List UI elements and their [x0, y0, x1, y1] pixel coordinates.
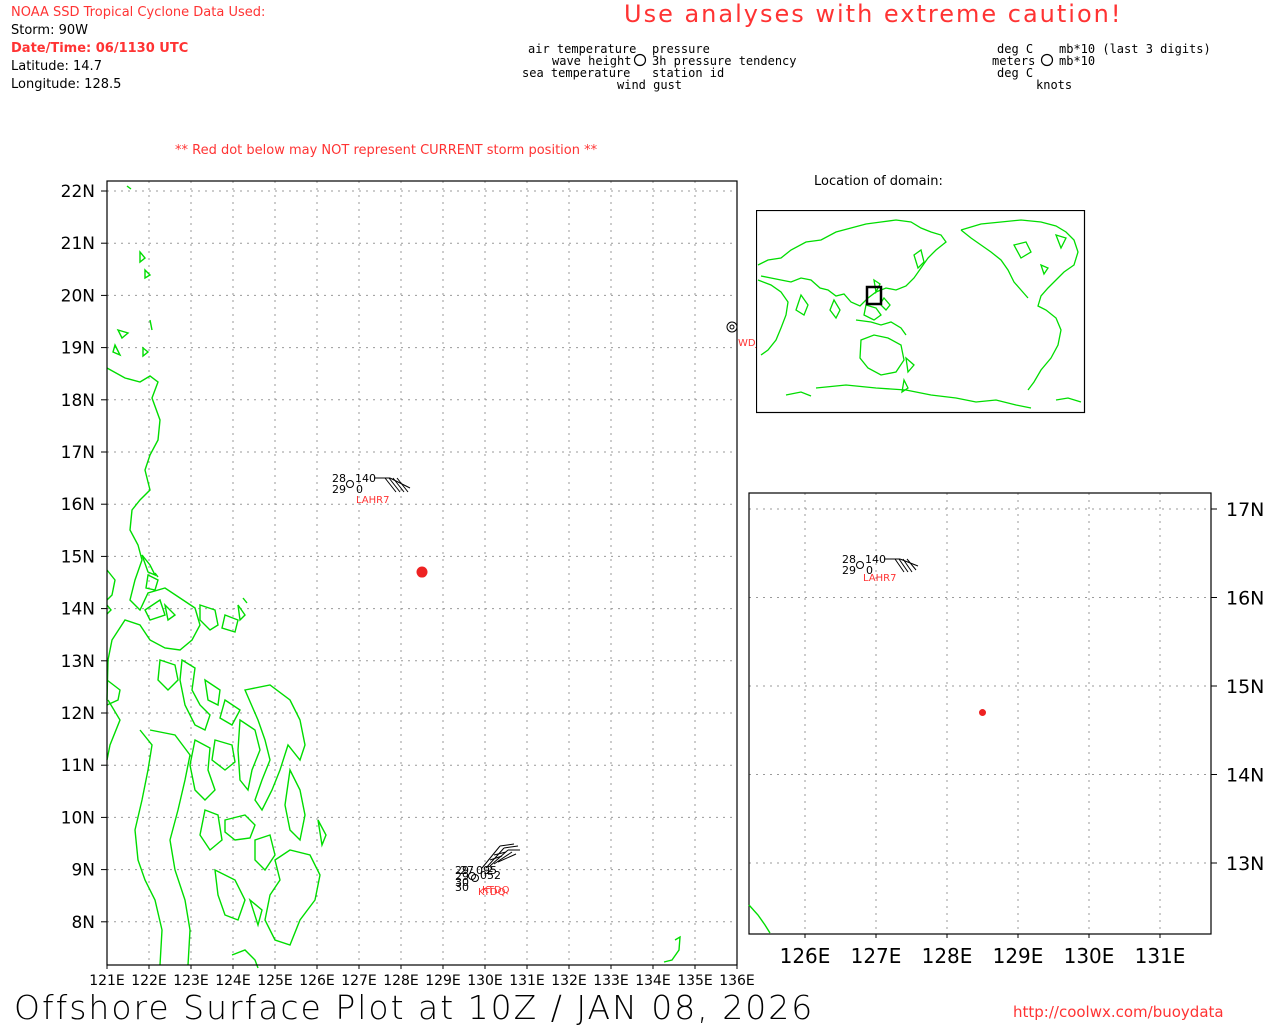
zoom-lon-tick-label: 130E — [1064, 944, 1115, 968]
zoom-lat-tick-label: 14N — [1226, 765, 1264, 787]
footer-url-link[interactable]: http://coolwx.com/buoydata — [1013, 1003, 1224, 1021]
zoom-lon-tick-label: 126E — [780, 944, 831, 968]
zoom-lon-tick-label: 127E — [851, 944, 902, 968]
zoom-lat-tick-label: 16N — [1226, 588, 1264, 610]
station-lahr7-zoom: 28 29 140 0 LAHR7 — [842, 553, 919, 584]
lahr7-zoom-sea-temp: 29 — [842, 564, 856, 577]
zoom-lon-labels: 126E 127E 128E 129E 130E 131E — [780, 934, 1186, 968]
lahr7-zoom-station-id: LAHR7 — [863, 573, 896, 584]
lahr7-zoom-wind-barb-icon — [884, 558, 919, 573]
zoom-lon-tick-label: 131E — [1135, 944, 1186, 968]
zoom-coastline — [748, 904, 771, 934]
zoom-storm-position-dot — [979, 709, 986, 717]
zoom-lat-tick-label: 17N — [1226, 499, 1264, 521]
lahr7-zoom-station-circle-icon — [856, 561, 864, 569]
zoom-lon-tick-label: 128E — [922, 944, 973, 968]
zoom-lat-tick-label: 15N — [1226, 676, 1264, 698]
zoom-lon-tick-label: 129E — [993, 944, 1044, 968]
plot-footer-title: Offshore Surface Plot at 10Z / JAN 08, 2… — [14, 988, 815, 1027]
zoom-lat-tick-label: 13N — [1226, 853, 1264, 875]
zoom-map: 17N 16N 15N 14N 13N 126E 127E 128E 129E 130E 131E… — [748, 492, 1264, 968]
zoom-lat-labels: 17N 16N 15N 14N 13N — [1211, 499, 1264, 875]
